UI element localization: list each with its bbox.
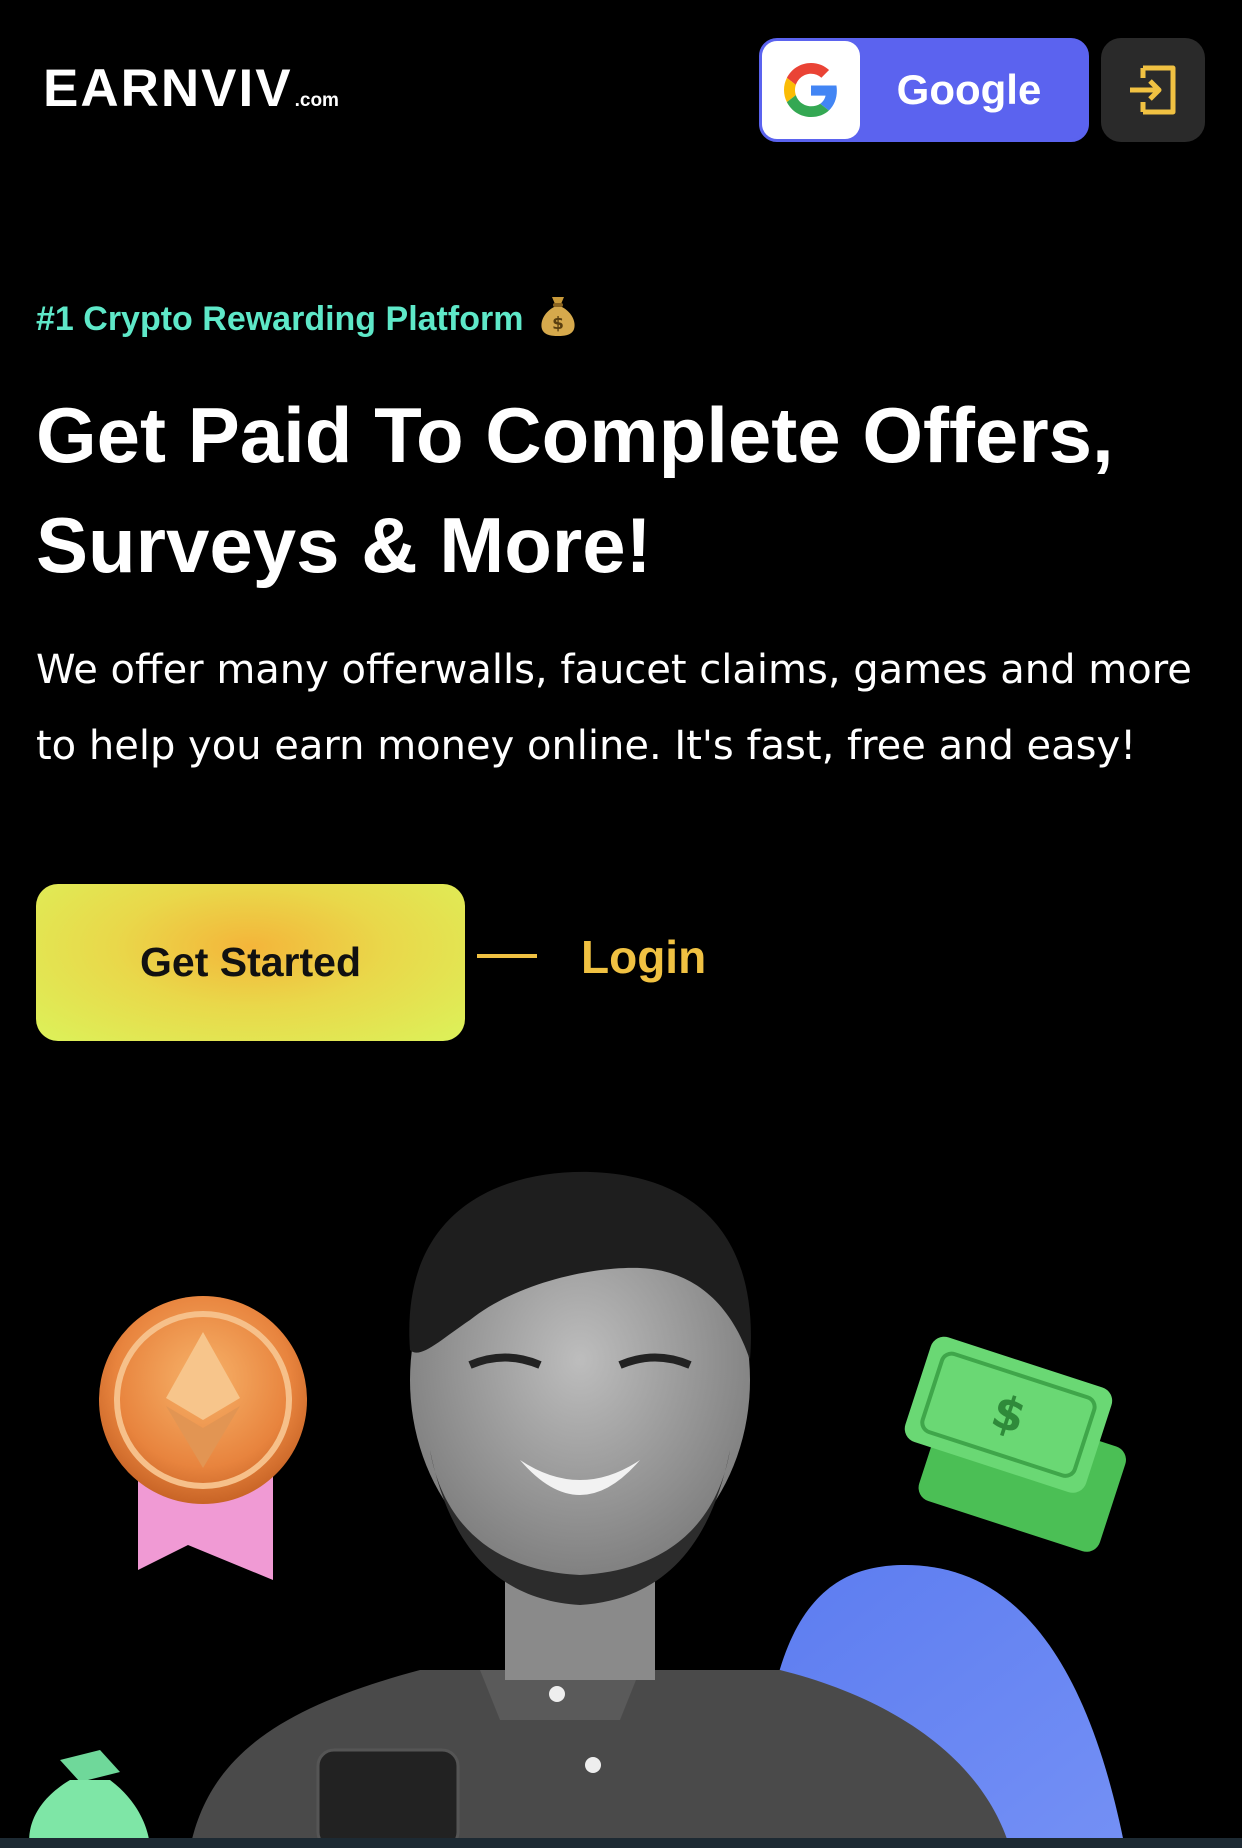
ethereum-medal-icon [99,1296,307,1580]
man-smiling-photo [190,1171,1010,1848]
logo-suffix: .com [294,90,339,111]
money-bag-icon: $ [539,293,577,346]
google-signin-button[interactable]: Google [759,38,1089,142]
hero-tagline: #1 Crypto Rewarding Platform $ [36,293,577,346]
google-button-label: Google [896,66,1042,113]
hero-description: We offer many offerwalls, faucet claims,… [36,647,1192,769]
cta-divider [477,954,537,958]
svg-text:$: $ [553,314,565,334]
google-icon [762,41,860,139]
hero-headline: Get Paid To Complete Offers, Surveys & M… [36,380,1206,600]
hero-illustration: $ [29,1171,1126,1848]
login-icon [1130,65,1176,115]
login-link[interactable]: Login [581,930,706,984]
tagline-text: #1 Crypto Rewarding Platform [36,300,524,338]
money-bag-green-icon [29,1750,151,1848]
headline-line-1: Get Paid To Complete Offers, [36,391,1114,479]
site-logo[interactable]: EARNVIV .com [43,62,339,115]
bottom-bar [0,1838,1242,1848]
login-icon-button[interactable] [1101,38,1205,142]
dollar-bills-icon: $ [904,1336,1126,1552]
get-started-button[interactable]: Get Started [36,884,465,1041]
headline-line-2: Surveys & More! [36,501,652,589]
logo-text: EARNVIV [43,59,293,118]
